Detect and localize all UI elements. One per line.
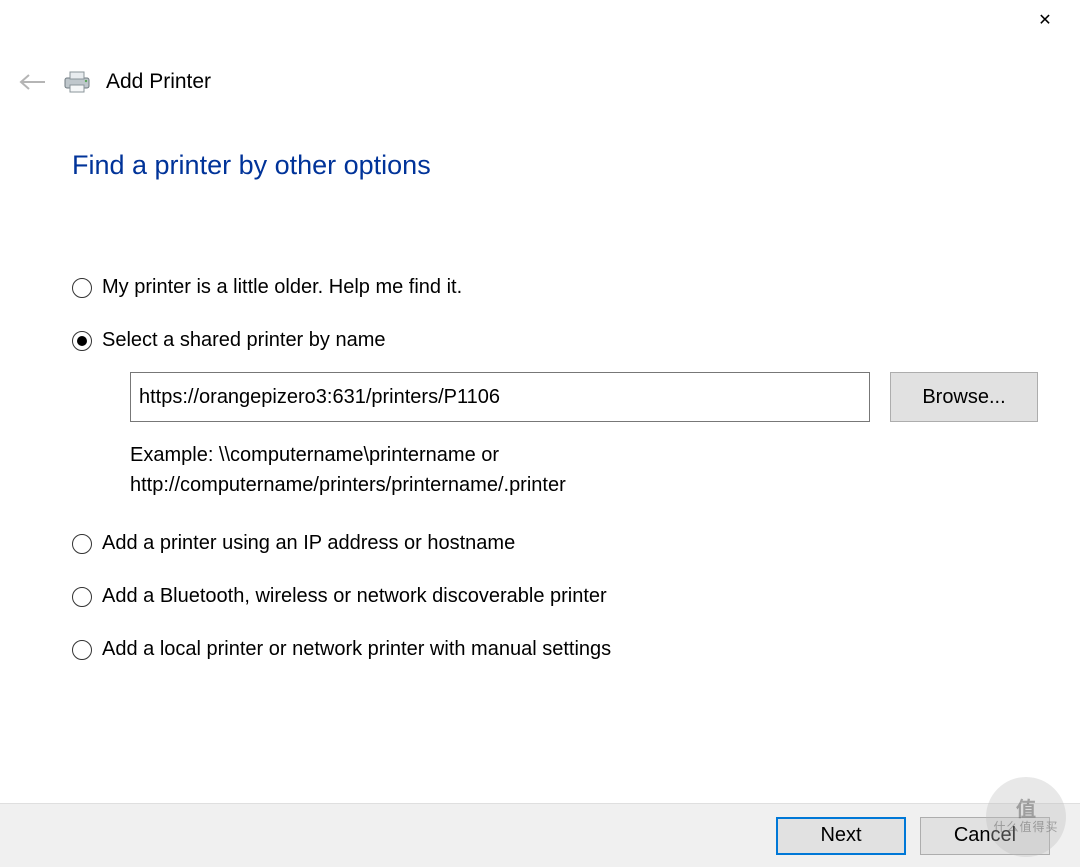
example-line-2: http://computername/printers/printername…: [130, 470, 850, 500]
radio-shared-printer[interactable]: [72, 331, 92, 351]
option-shared-label: Select a shared printer by name: [102, 329, 386, 352]
option-older-label: My printer is a little older. Help me fi…: [102, 276, 462, 299]
wizard-footer: Next Cancel: [0, 803, 1080, 867]
radio-older-printer[interactable]: [72, 278, 92, 298]
close-button[interactable]: ✕: [1022, 4, 1068, 36]
back-arrow-icon: [19, 73, 47, 91]
radio-ip-hostname[interactable]: [72, 534, 92, 554]
example-line-1: Example: \\computername\printername or: [130, 440, 850, 470]
option-ip-hostname[interactable]: Add a printer using an IP address or hos…: [72, 532, 1040, 555]
radio-bluetooth-network[interactable]: [72, 587, 92, 607]
shared-printer-section: Browse... Example: \\computername\printe…: [130, 372, 1040, 500]
option-older-printer[interactable]: My printer is a little older. Help me fi…: [72, 276, 1040, 299]
shared-printer-url-input[interactable]: [130, 372, 870, 422]
page-heading: Find a printer by other options: [72, 150, 1040, 181]
shared-example-text: Example: \\computername\printername or h…: [130, 440, 850, 500]
radio-local-manual[interactable]: [72, 640, 92, 660]
close-icon: ✕: [1038, 10, 1051, 30]
browse-button[interactable]: Browse...: [890, 372, 1038, 422]
option-bluetooth-network[interactable]: Add a Bluetooth, wireless or network dis…: [72, 585, 1040, 608]
option-local-label: Add a local printer or network printer w…: [102, 638, 611, 661]
wizard-title: Add Printer: [106, 70, 211, 94]
option-shared-printer[interactable]: Select a shared printer by name: [72, 329, 1040, 352]
wizard-header: Add Printer: [18, 62, 1062, 102]
next-button[interactable]: Next: [776, 817, 906, 855]
option-ip-label: Add a printer using an IP address or hos…: [102, 532, 515, 555]
cancel-button[interactable]: Cancel: [920, 817, 1050, 855]
back-button[interactable]: [18, 67, 48, 97]
option-bluetooth-label: Add a Bluetooth, wireless or network dis…: [102, 585, 607, 608]
option-local-manual[interactable]: Add a local printer or network printer w…: [72, 638, 1040, 661]
printer-icon: [62, 70, 92, 94]
